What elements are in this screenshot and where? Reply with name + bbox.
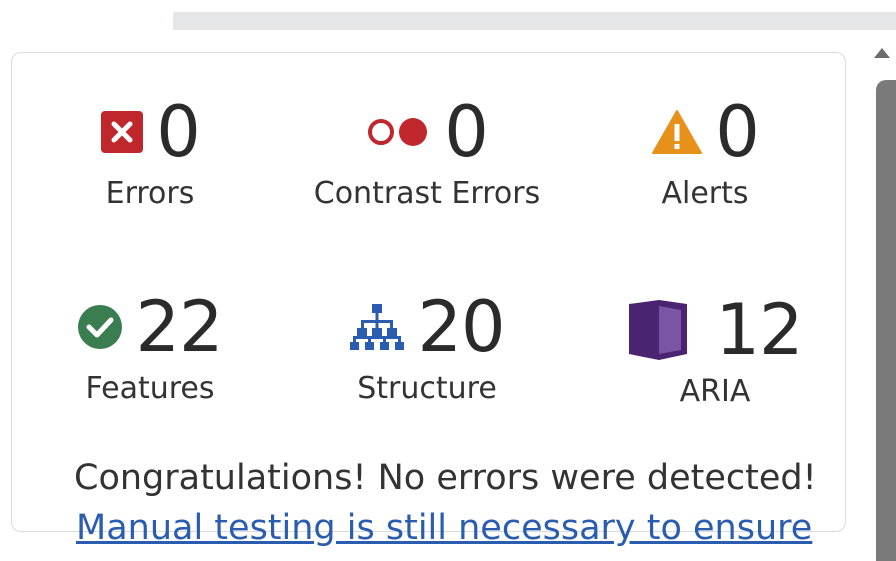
contrast-icon [366,115,432,149]
scroll-up-arrow-icon[interactable] [874,48,890,58]
scrollbar[interactable] [866,40,896,561]
errors-count: 0 [156,91,201,173]
top-bar [173,12,896,30]
contrast-errors-count: 0 [444,91,489,173]
stat-aria[interactable]: 12 ARIA [565,290,865,409]
structure-label: Structure [357,371,497,406]
checkmark-icon [77,304,123,350]
alerts-count: 0 [715,91,760,173]
stat-errors[interactable]: 0 Errors [0,92,300,211]
scroll-thumb[interactable] [876,80,896,561]
structure-count: 20 [417,286,505,368]
aria-count: 12 [715,289,803,371]
contrast-errors-label: Contrast Errors [313,176,541,211]
features-label: Features [85,371,215,406]
stat-features[interactable]: 22 Features [0,287,300,406]
stat-contrast-errors[interactable]: 0 Contrast Errors [277,92,577,211]
features-count: 22 [135,286,223,368]
errors-label: Errors [105,176,195,211]
stat-structure[interactable]: 20 Structure [277,287,577,406]
manual-testing-link[interactable]: Manual testing is still necessary to ens… [76,508,812,548]
alert-icon [651,109,703,155]
error-icon [100,110,144,154]
alerts-label: Alerts [661,176,749,211]
aria-icon [627,298,689,362]
aria-label: ARIA [679,374,751,409]
success-message: Congratulations! No errors were detected… [74,458,817,498]
stat-alerts[interactable]: 0 Alerts [555,92,855,211]
structure-icon [349,302,405,352]
